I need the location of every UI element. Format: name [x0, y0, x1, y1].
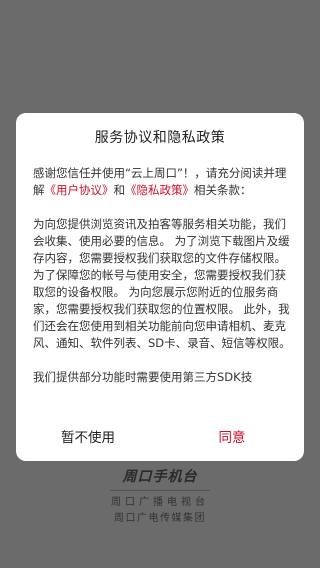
brand-logo: 周口手机台	[122, 469, 198, 485]
privacy-dialog: 服务协议和隐私政策 感谢您信任并使用“云上周口”！，请充分阅读并理解《用户协议》…	[16, 113, 304, 461]
intro-paragraph: 感谢您信任并使用“云上周口”！，请充分阅读并理解《用户协议》和《隐私政策》相关条…	[33, 165, 291, 199]
dialog-title: 服务协议和隐私政策	[94, 130, 226, 146]
brand-divider	[110, 490, 210, 491]
decline-button[interactable]: 暂不使用	[16, 423, 160, 453]
modal-overlay: 周口手机台 周口广播电视台 周口广电传媒集团 服务协议和隐私政策 感谢您信任并使…	[0, 0, 320, 568]
brand-station-name: 周口广播电视台	[111, 497, 209, 508]
brand-block: 周口手机台 周口广播电视台 周口广电传媒集团	[0, 466, 320, 524]
intro-and: 和	[113, 183, 126, 197]
dialog-body[interactable]: 感谢您信任并使用“云上周口”！，请充分阅读并理解《用户协议》和《隐私政策》相关条…	[33, 165, 291, 415]
user-agreement-link[interactable]: 《用户协议》	[45, 183, 114, 197]
permissions-paragraph: 为向您提供浏览资讯及拍客等服务相关功能，我们会收集、使用必要的信息。 为了浏览下…	[33, 217, 291, 350]
privacy-policy-link[interactable]: 《隐私政策》	[125, 183, 194, 197]
sdk-paragraph: 我们提供部分功能时需要使用第三方SDK技	[33, 370, 253, 384]
dialog-actions: 暂不使用 同意	[16, 423, 304, 453]
accept-button[interactable]: 同意	[160, 423, 304, 453]
intro-suffix: 相关条款：	[194, 183, 252, 197]
brand-group-name: 周口广电传媒集团	[114, 513, 206, 524]
